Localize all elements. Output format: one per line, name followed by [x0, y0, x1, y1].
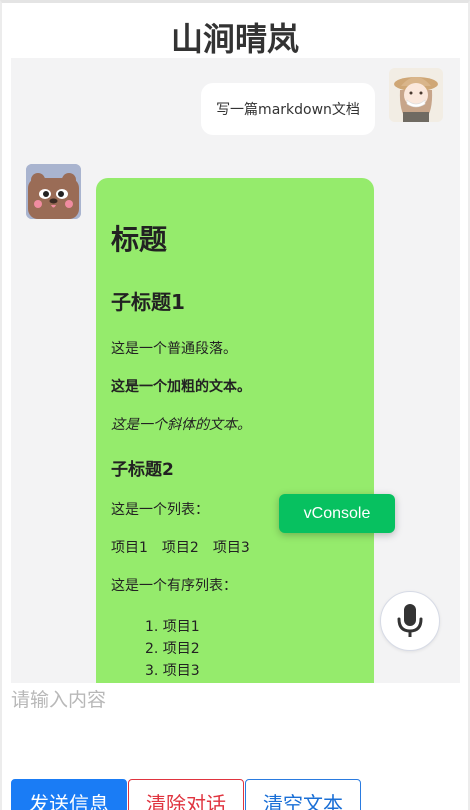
send-button[interactable]: 发送信息 — [11, 779, 127, 810]
md-italic-suffix: 的文本。 — [195, 417, 251, 433]
md-bold-paragraph: 这是一个加粗的文本。 — [111, 379, 359, 395]
list-item: 项目2 — [161, 540, 199, 556]
list-item: 3. 项目3 — [145, 663, 200, 679]
md-heading-3: 子标题2 — [111, 460, 174, 480]
md-heading-2: 子标题1 — [111, 290, 185, 314]
message-input[interactable] — [11, 685, 460, 775]
md-italic-word: 斜体 — [167, 417, 195, 433]
md-italic-prefix: 这是一个 — [111, 417, 167, 433]
page-title: 山涧晴岚 — [170, 20, 299, 58]
bear-avatar-icon — [26, 164, 81, 219]
md-ordered-list: 1. 项目1 2. 项目2 3. 项目3 — [145, 616, 359, 682]
clear-chat-button[interactable]: 清除对话 — [128, 779, 244, 810]
md-bold-word: 加粗 — [167, 379, 195, 395]
clear-text-button[interactable]: 清空文本 — [245, 779, 361, 810]
microphone-icon — [397, 604, 423, 637]
user-avatar-icon — [389, 68, 443, 122]
vconsole-button[interactable]: vConsole — [279, 494, 395, 533]
list-item: 项目1 — [111, 540, 148, 556]
chat-area[interactable]: 写一篇markdown文档 标题 子标题1 这是一个普通段落。 这是一个加粗的文… — [11, 58, 460, 683]
md-ordered-intro: 这是一个有序列表： — [111, 578, 237, 594]
list-item: 项目3 — [212, 540, 250, 556]
md-inline-list: 项目1 项目2 项目3 — [111, 540, 359, 556]
microphone-button[interactable] — [380, 591, 440, 651]
bot-message-bubble: 标题 子标题1 这是一个普通段落。 这是一个加粗的文本。 这是一个斜体的文本。 … — [96, 178, 374, 683]
md-bold-prefix: 这是一个 — [111, 379, 167, 395]
list-item: 1. 项目1 — [145, 619, 200, 635]
md-heading-1: 标题 — [111, 223, 168, 256]
md-italic-paragraph: 这是一个斜体的文本。 — [111, 417, 359, 433]
md-bold-suffix: 的文本。 — [195, 379, 251, 395]
list-item: 2. 项目2 — [145, 641, 200, 657]
user-message-bubble: 写一篇markdown文档 — [201, 83, 375, 135]
md-paragraph: 这是一个普通段落。 — [111, 341, 237, 357]
